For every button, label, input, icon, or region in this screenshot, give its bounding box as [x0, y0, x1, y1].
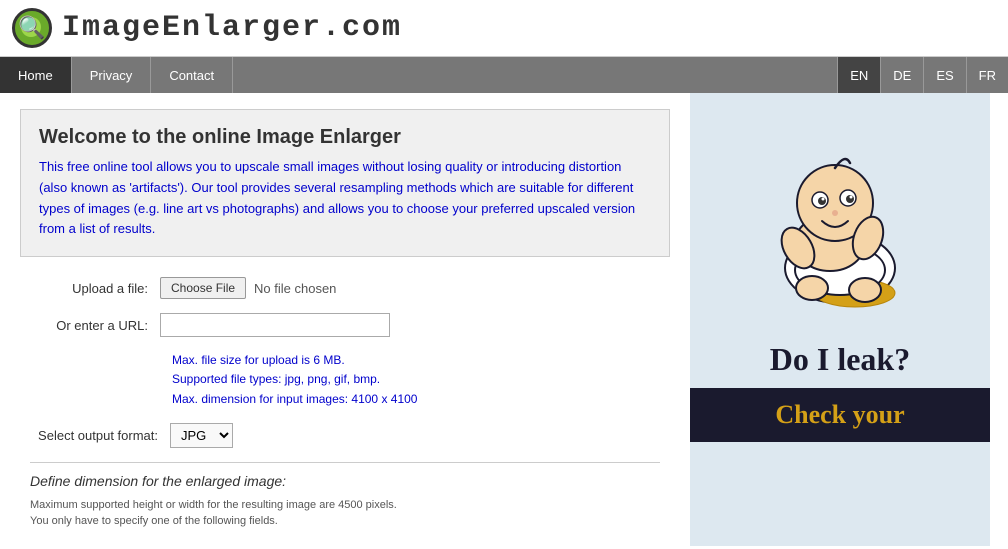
- info-line3: Max. dimension for input images: 4100 x …: [172, 390, 660, 409]
- welcome-box: Welcome to the online Image Enlarger Thi…: [20, 109, 670, 257]
- welcome-title: Welcome to the online Image Enlarger: [39, 126, 651, 149]
- nav-contact[interactable]: Contact: [151, 57, 233, 93]
- url-input[interactable]: [160, 313, 390, 337]
- upload-label: Upload a file:: [30, 281, 160, 296]
- small-text-line2: You only have to specify one of the foll…: [30, 513, 660, 530]
- dimension-info: Maximum supported height or width for th…: [30, 497, 660, 530]
- url-input-group: [160, 313, 390, 337]
- lang-es[interactable]: ES: [923, 57, 965, 93]
- sidebar-ad-text: Do I leak?: [770, 341, 910, 378]
- format-select[interactable]: JPG PNG BMP: [170, 423, 233, 448]
- lang-fr[interactable]: FR: [966, 57, 1008, 93]
- nav-bar: Home Privacy Contact EN DE ES FR: [0, 57, 1008, 93]
- small-text-line1: Maximum supported height or width for th…: [30, 497, 660, 514]
- lang-en[interactable]: EN: [837, 57, 880, 93]
- header: ImageEnlarger.com: [0, 0, 1008, 57]
- lang-de[interactable]: DE: [880, 57, 923, 93]
- sidebar-bottom-ad: Check your: [690, 388, 990, 442]
- language-group: EN DE ES FR: [837, 57, 1008, 93]
- sidebar: Do I leak? Check your: [690, 93, 990, 546]
- format-row: Select output format: JPG PNG BMP: [30, 423, 660, 448]
- upload-form: Upload a file: Choose File No file chose…: [20, 277, 670, 530]
- url-row: Or enter a URL:: [30, 313, 660, 337]
- content-area: Welcome to the online Image Enlarger Thi…: [0, 93, 690, 546]
- welcome-text: This free online tool allows you to upsc…: [39, 157, 651, 240]
- upload-row: Upload a file: Choose File No file chose…: [30, 277, 660, 299]
- info-line1: Max. file size for upload is 6 MB.: [172, 351, 660, 370]
- info-text-block: Max. file size for upload is 6 MB. Suppo…: [172, 351, 660, 409]
- divider: [30, 462, 660, 463]
- info-line2: Supported file types: jpg, png, gif, bmp…: [172, 370, 660, 389]
- main-content: Welcome to the online Image Enlarger Thi…: [0, 93, 1008, 546]
- site-title: ImageEnlarger.com: [62, 11, 402, 45]
- url-label: Or enter a URL:: [30, 318, 160, 333]
- format-label: Select output format:: [30, 428, 170, 443]
- logo-icon: [12, 8, 52, 48]
- choose-file-button[interactable]: Choose File: [160, 277, 246, 299]
- file-input-group: Choose File No file chosen: [160, 277, 336, 299]
- check-text: Check your: [702, 400, 978, 430]
- no-file-text: No file chosen: [254, 281, 336, 296]
- sidebar-ad: Do I leak?: [690, 93, 990, 388]
- nav-home[interactable]: Home: [0, 57, 72, 93]
- nav-privacy[interactable]: Privacy: [72, 57, 152, 93]
- dimension-heading: Define dimension for the enlarged image:: [30, 473, 660, 489]
- baby-illustration: [700, 103, 980, 333]
